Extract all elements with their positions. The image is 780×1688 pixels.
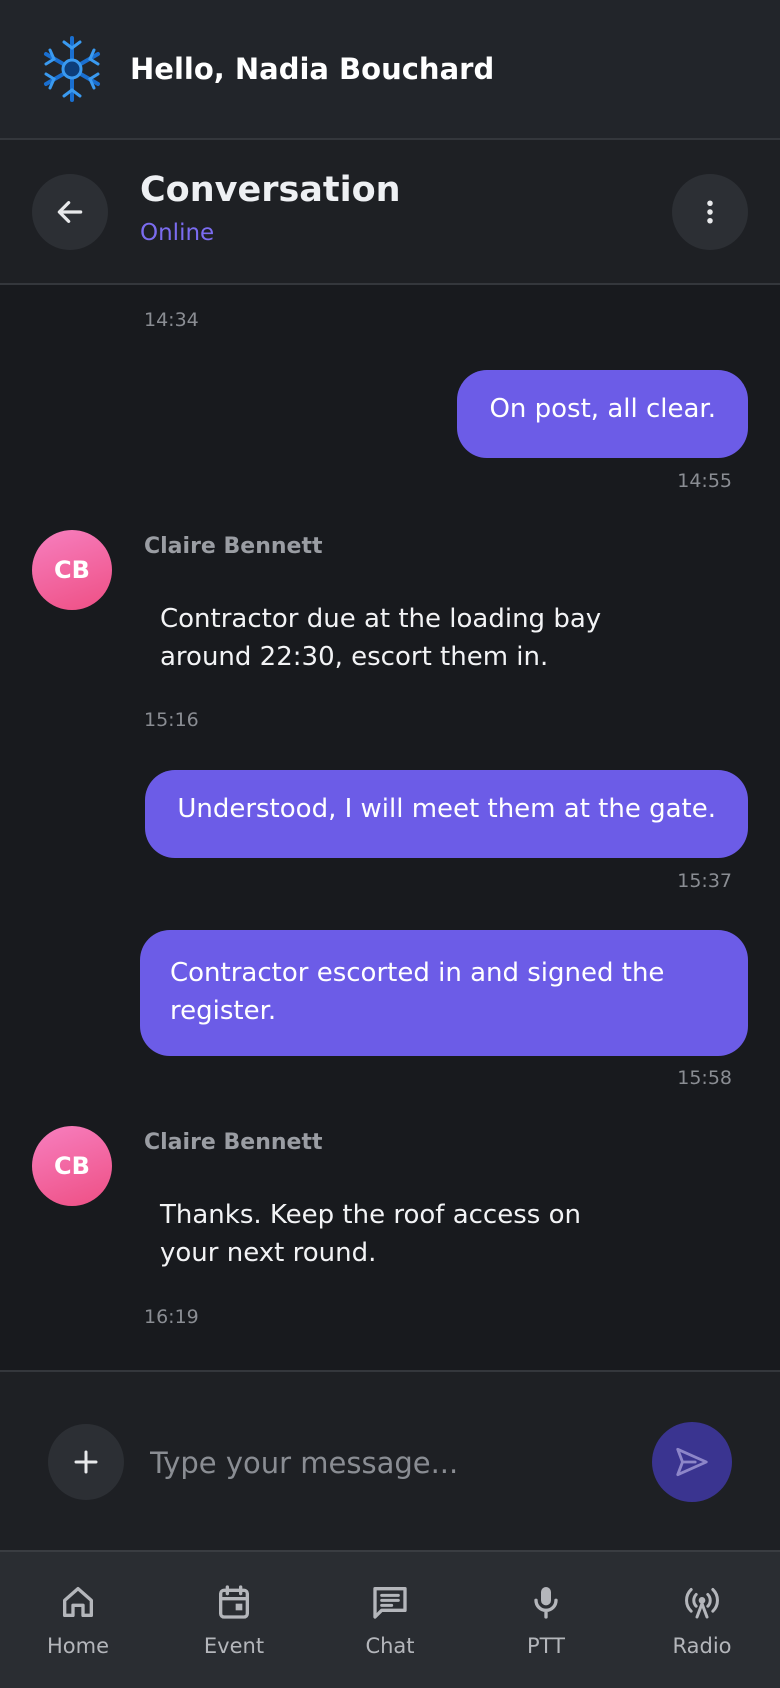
nav-item-event[interactable]: Event xyxy=(156,1552,312,1688)
arrow-left-icon xyxy=(57,201,83,223)
nav-item-ptt[interactable]: PTT xyxy=(468,1552,624,1688)
add-attachment-button[interactable] xyxy=(48,1424,124,1500)
nav-label: Event xyxy=(203,1634,265,1658)
message-list[interactable]: 14:34 On post, all clear. 14:55 CB Clair… xyxy=(0,287,780,1370)
avatar[interactable]: CB xyxy=(32,530,112,610)
radio-tower-icon xyxy=(685,1588,719,1619)
nav-label: Chat xyxy=(365,1634,415,1658)
app-header: Hello, Nadia Bouchard xyxy=(0,0,780,140)
presence-status: Online xyxy=(140,220,215,246)
calendar-icon xyxy=(219,1585,249,1619)
message-input[interactable] xyxy=(150,1428,620,1498)
message-timestamp: 14:34 xyxy=(144,309,199,331)
nav-item-radio[interactable]: Radio xyxy=(624,1552,780,1688)
nav-label: Radio xyxy=(672,1634,732,1658)
incoming-message[interactable]: Thanks. Keep the roof access on your nex… xyxy=(160,1196,620,1272)
back-button[interactable] xyxy=(32,174,108,250)
avatar[interactable]: CB xyxy=(32,1126,112,1206)
conversation-title: Conversation xyxy=(140,170,401,210)
nav-label: PTT xyxy=(527,1634,565,1658)
more-vertical-icon xyxy=(707,200,713,224)
sender-name: Claire Bennett xyxy=(144,1130,323,1155)
nav-item-chat[interactable]: Chat xyxy=(312,1552,468,1688)
message-timestamp: 15:37 xyxy=(677,870,732,892)
snowflake-logo-icon xyxy=(44,36,100,102)
outgoing-message[interactable]: Understood, I will meet them at the gate… xyxy=(145,770,748,858)
chat-icon xyxy=(373,1587,407,1619)
outgoing-message[interactable]: On post, all clear. xyxy=(457,370,748,458)
message-timestamp: 14:55 xyxy=(677,470,732,492)
sender-name: Claire Bennett xyxy=(144,534,323,559)
app-root: Hello, Nadia Bouchard Conversation Onlin… xyxy=(0,0,780,1688)
home-icon xyxy=(63,1587,94,1617)
microphone-icon xyxy=(534,1587,558,1619)
user-greeting: Hello, Nadia Bouchard xyxy=(130,52,495,86)
outgoing-message[interactable]: Contractor escorted in and signed the re… xyxy=(140,930,748,1056)
send-button[interactable] xyxy=(652,1422,732,1502)
conversation-header: Conversation Online xyxy=(0,140,780,285)
nav-item-home[interactable]: Home xyxy=(0,1552,156,1688)
message-composer xyxy=(0,1370,780,1550)
plus-icon xyxy=(74,1450,98,1474)
send-icon xyxy=(676,1447,708,1477)
incoming-message[interactable]: Contractor due at the loading bay around… xyxy=(160,600,620,676)
more-options-button[interactable] xyxy=(672,174,748,250)
message-timestamp: 15:58 xyxy=(677,1067,732,1089)
message-timestamp: 16:19 xyxy=(144,1306,199,1328)
message-timestamp: 15:16 xyxy=(144,709,199,731)
bottom-navigation: Home Event Chat PTT Radio xyxy=(0,1550,780,1688)
nav-label: Home xyxy=(46,1634,109,1658)
